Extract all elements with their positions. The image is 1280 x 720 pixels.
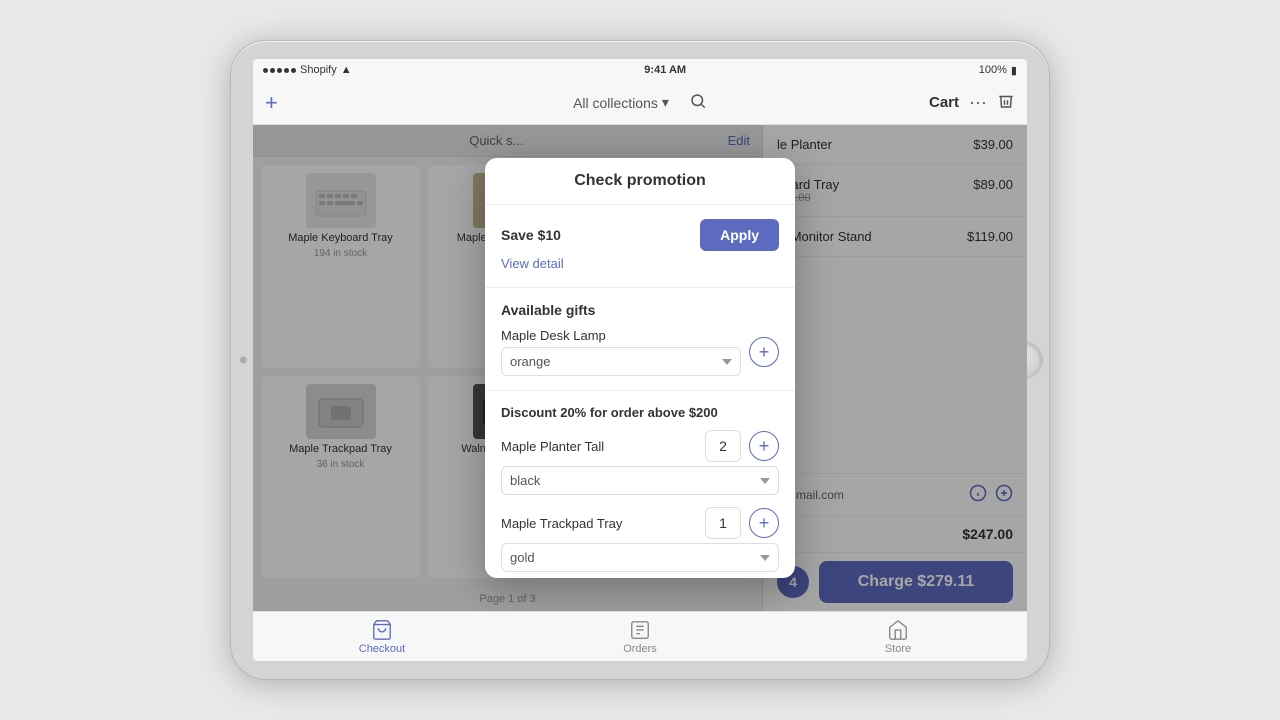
battery-icon: ▮ xyxy=(1011,64,1017,77)
ipad-screen: Shopify ▲ 9:41 AM 100% ▮ + All collectio… xyxy=(253,59,1027,661)
promo-title: Save $10 xyxy=(501,227,561,243)
item-color-select[interactable]: gold silver black xyxy=(501,543,779,572)
discount-item: Maple Planter Tall 2 + black walnut mapl… xyxy=(501,430,779,495)
increase-qty-button[interactable]: + xyxy=(749,431,779,461)
cart-label: Cart xyxy=(929,94,959,111)
orders-icon xyxy=(629,619,651,641)
increase-qty-button[interactable]: + xyxy=(749,508,779,538)
trash-icon xyxy=(997,92,1015,110)
wifi-icon: ▲ xyxy=(341,64,352,76)
battery-label: 100% xyxy=(979,64,1007,76)
modal-body: Save $10 Apply View detail Available gif… xyxy=(485,205,795,578)
collections-dropdown[interactable]: All collections ▾ xyxy=(573,94,669,111)
discount-item: Maple Trackpad Tray 1 + gold silver blac… xyxy=(501,507,779,572)
gift-info: Maple Desk Lamp orange white black xyxy=(501,328,741,376)
quantity-display: 1 xyxy=(705,507,741,539)
add-gift-button[interactable]: + xyxy=(749,337,779,367)
modal-title: Check promotion xyxy=(485,158,795,205)
more-button[interactable]: ··· xyxy=(969,92,987,113)
nav-center: All collections ▾ xyxy=(345,92,935,113)
tab-store[interactable]: Store xyxy=(769,619,1027,655)
gifts-section: Available gifts Maple Desk Lamp orange w… xyxy=(485,288,795,391)
promotion-modal: Check promotion Save $10 Apply View deta… xyxy=(485,158,795,578)
status-bar-left: Shopify ▲ xyxy=(263,64,352,76)
gift-item: Maple Desk Lamp orange white black + xyxy=(501,328,779,376)
view-detail-link[interactable]: View detail xyxy=(501,256,564,271)
status-bar: Shopify ▲ 9:41 AM 100% ▮ xyxy=(253,59,1027,81)
discount-section-title: Discount 20% for order above $200 xyxy=(501,405,779,420)
discount-section: Discount 20% for order above $200 Maple … xyxy=(485,391,795,578)
item-color-select[interactable]: black walnut maple xyxy=(501,466,779,495)
cart-icon xyxy=(371,619,393,641)
bottom-bar: Checkout Orders Store xyxy=(253,611,1027,661)
store-icon xyxy=(887,619,909,641)
promo-top: Save $10 Apply xyxy=(501,219,779,251)
tab-checkout[interactable]: Checkout xyxy=(253,619,511,655)
top-nav: + All collections ▾ Cart ··· xyxy=(253,81,1027,125)
quantity-display: 2 xyxy=(705,430,741,462)
gifts-section-title: Available gifts xyxy=(501,302,779,318)
tab-orders-label: Orders xyxy=(623,643,657,655)
main-content: Quick s... Edit Maple Keyboard Tray 194 … xyxy=(253,125,1027,611)
tab-store-label: Store xyxy=(885,643,911,655)
battery-display: 100% ▮ xyxy=(979,64,1017,77)
nav-right: Cart ··· xyxy=(935,92,1015,113)
add-button[interactable]: + xyxy=(265,90,278,116)
time-display: 9:41 AM xyxy=(644,64,686,76)
promo-section: Save $10 Apply View detail xyxy=(485,205,795,288)
discount-item-name: Maple Planter Tall xyxy=(501,439,697,454)
dropdown-arrow: ▾ xyxy=(662,94,669,111)
nav-left: + xyxy=(265,90,345,116)
discount-item-row: Maple Planter Tall 2 + xyxy=(501,430,779,462)
tab-checkout-label: Checkout xyxy=(359,643,405,655)
gift-name: Maple Desk Lamp xyxy=(501,328,741,343)
search-icon xyxy=(689,92,707,110)
tab-orders[interactable]: Orders xyxy=(511,619,769,655)
modal-overlay[interactable]: Check promotion Save $10 Apply View deta… xyxy=(253,125,1027,611)
carrier-label: Shopify xyxy=(300,64,337,76)
search-button[interactable] xyxy=(689,92,707,113)
collections-label: All collections xyxy=(573,95,658,111)
discount-item-row: Maple Trackpad Tray 1 + xyxy=(501,507,779,539)
signal-dots xyxy=(263,68,296,73)
discount-item-name: Maple Trackpad Tray xyxy=(501,516,697,531)
camera-dot xyxy=(240,357,247,364)
apply-button[interactable]: Apply xyxy=(700,219,779,251)
delete-button[interactable] xyxy=(997,92,1015,113)
ipad-frame: Shopify ▲ 9:41 AM 100% ▮ + All collectio… xyxy=(230,40,1050,680)
gift-color-select[interactable]: orange white black xyxy=(501,347,741,376)
